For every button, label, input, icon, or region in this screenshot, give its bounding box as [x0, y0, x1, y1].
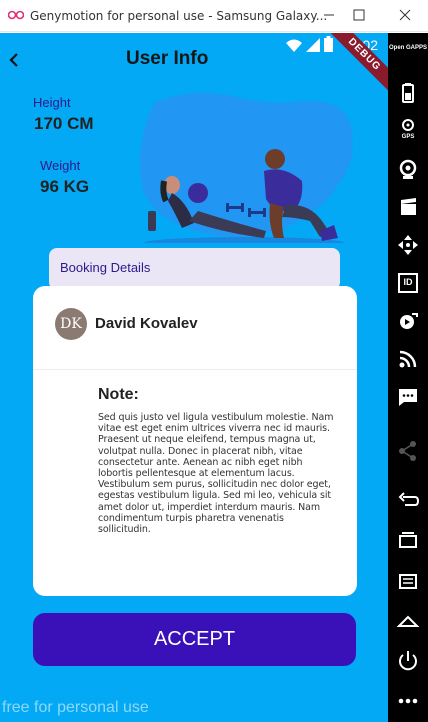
navigation-button[interactable] — [394, 231, 422, 259]
window-title: Genymotion for personal use - Samsung Ga… — [30, 9, 328, 23]
camera-button[interactable] — [394, 155, 422, 183]
power-button[interactable] — [394, 647, 422, 675]
phone-screen: 5:02 DEBUG User Info Height 170 CM Weigh… — [0, 33, 388, 722]
android-back-button[interactable] — [394, 485, 422, 513]
identity-button[interactable]: ID — [394, 269, 422, 297]
more-icon — [398, 698, 418, 704]
maximize-button[interactable] — [344, 4, 374, 26]
home-button[interactable] — [394, 607, 422, 635]
page-title: User Info — [126, 48, 209, 69]
close-button[interactable] — [390, 4, 420, 26]
battery-status-icon — [324, 36, 333, 52]
height-value: 170 CM — [34, 114, 94, 133]
booking-details-label: Booking Details — [60, 260, 151, 275]
camera-icon — [399, 159, 417, 179]
avatar: DK — [55, 308, 87, 340]
move-icon — [398, 235, 418, 255]
height-label: Height — [33, 95, 71, 110]
power-icon — [399, 651, 417, 671]
menu-button[interactable] — [394, 567, 422, 595]
avatar-initials: DK — [60, 316, 82, 332]
booking-card: DK David Kovalev Note: Sed quis justo ve… — [33, 286, 357, 596]
maximize-icon — [353, 9, 365, 21]
rss-icon — [399, 350, 417, 368]
genymotion-logo-icon — [8, 10, 24, 20]
back-icon — [398, 492, 420, 506]
accept-button-label: ACCEPT — [153, 628, 236, 650]
video-icon — [401, 198, 416, 215]
recent-apps-button[interactable] — [394, 527, 422, 555]
media-button[interactable] — [394, 307, 422, 335]
emulator-toolbar: Open GAPPS GPS ID — [388, 33, 428, 722]
media-icon — [400, 313, 418, 329]
close-icon — [399, 9, 411, 21]
minimize-icon — [324, 14, 334, 16]
battery-icon — [402, 83, 414, 103]
note-text: Sed quis justo vel ligula vestibulum mol… — [98, 412, 334, 536]
video-capture-button[interactable] — [394, 193, 422, 221]
open-gapps-label: Open GAPPS — [388, 45, 427, 51]
sms-icon — [399, 389, 417, 406]
wifi-icon — [286, 39, 302, 52]
personal-use-watermark: free for personal use — [2, 699, 149, 716]
booking-details-tab[interactable]: Booking Details — [49, 248, 340, 290]
menu-icon — [399, 574, 417, 589]
identity-label: ID — [403, 277, 413, 287]
open-gapps-button[interactable]: Open GAPPS — [389, 41, 427, 69]
battery-button[interactable] — [394, 79, 422, 107]
sms-button[interactable] — [394, 383, 422, 411]
recent-apps-icon — [399, 532, 417, 548]
home-icon — [396, 615, 420, 627]
card-divider — [33, 369, 357, 370]
minimize-button[interactable] — [314, 4, 344, 26]
weight-value: 96 KG — [40, 177, 90, 196]
gps-label: GPS — [401, 134, 415, 140]
note-title: Note: — [98, 386, 139, 403]
accept-button[interactable]: ACCEPT — [33, 613, 356, 666]
user-name: David Kovalev — [95, 315, 198, 332]
back-button[interactable] — [4, 49, 26, 71]
weight-label: Weight — [40, 158, 81, 173]
gps-button[interactable]: GPS — [394, 117, 422, 145]
signal-icon — [306, 38, 320, 52]
share-icon — [399, 441, 416, 461]
fitness-illustration — [139, 93, 353, 243]
arrow-back-icon — [9, 53, 18, 67]
network-button[interactable] — [394, 345, 422, 373]
window-titlebar: Genymotion for personal use - Samsung Ga… — [0, 0, 428, 32]
more-options-button[interactable] — [394, 687, 422, 715]
share-button[interactable] — [394, 437, 422, 465]
